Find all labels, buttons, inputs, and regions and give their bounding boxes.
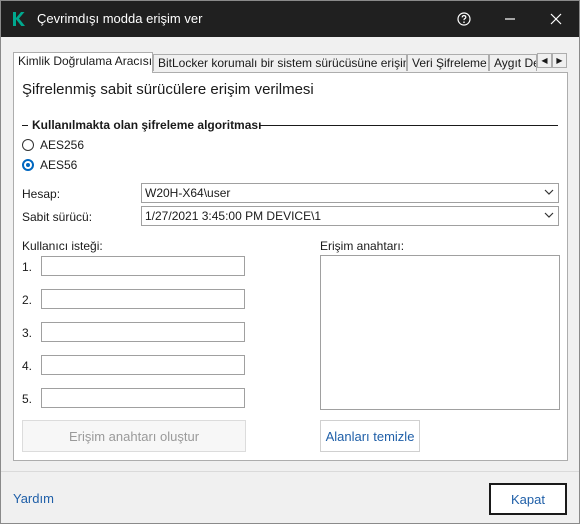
dialog-window: Çevrimdışı modda erişim ver Kimlik Doğru… [0, 0, 580, 524]
tab-authentication-agent[interactable]: Kimlik Doğrulama Aracısı [13, 52, 153, 73]
tab-scroll-left-button[interactable]: ◀ [537, 53, 552, 68]
minimize-button[interactable] [487, 1, 533, 37]
account-select[interactable]: W20H-X64\user [141, 183, 559, 203]
help-link[interactable]: Yardım [13, 491, 54, 506]
request-field-3[interactable] [41, 322, 245, 342]
drive-select[interactable]: 1/27/2021 3:45:00 PM DEVICE\1 [141, 206, 559, 226]
chevron-down-icon [544, 189, 554, 195]
help-button[interactable] [441, 1, 487, 37]
request-row-number: 4. [22, 359, 33, 373]
request-row-number: 3. [22, 326, 33, 340]
kaspersky-logo-icon [13, 12, 25, 26]
radio-aes56[interactable]: AES56 [22, 157, 77, 173]
user-request-label: Kullanıcı isteği: [22, 239, 103, 253]
radio-button-unchecked[interactable] [22, 139, 34, 151]
request-field-4[interactable] [41, 355, 245, 375]
drive-label: Sabit sürücü: [22, 210, 93, 224]
request-field-5[interactable] [41, 388, 245, 408]
tab-bitlocker-access[interactable]: BitLocker korumalı bir sistem sürücüsüne… [153, 54, 407, 71]
close-button[interactable]: Kapat [489, 483, 567, 515]
group-divider-left [22, 125, 28, 126]
page-title: Şifrelenmiş sabit sürücülere erişim veri… [22, 81, 314, 98]
access-key-label: Erişim anahtarı: [320, 239, 405, 253]
radio-aes256-label: AES256 [40, 138, 85, 152]
drive-value: 1/27/2021 3:45:00 PM DEVICE\1 [145, 209, 322, 223]
request-row-number: 1. [22, 260, 33, 274]
radio-button-checked[interactable] [22, 159, 34, 171]
algorithm-group-title: Kullanılmakta olan şifreleme algoritması [32, 118, 262, 132]
chevron-right-icon: ▶ [556, 55, 563, 65]
title-bar[interactable]: Çevrimdışı modda erişim ver [1, 1, 579, 37]
close-window-button[interactable] [533, 1, 579, 37]
tab-device[interactable]: Aygıt De [489, 54, 537, 71]
access-key-textarea[interactable] [320, 255, 560, 410]
window-title: Çevrimdışı modda erişim ver [37, 11, 203, 26]
account-label: Hesap: [22, 187, 61, 201]
close-icon [550, 13, 562, 25]
tab-scroll-right-button[interactable]: ▶ [552, 53, 567, 68]
help-icon [457, 12, 471, 26]
request-field-1[interactable] [41, 256, 245, 276]
chevron-left-icon: ◀ [541, 55, 548, 65]
tab-data-encryption[interactable]: Veri Şifreleme [407, 54, 489, 71]
minimize-icon [505, 18, 515, 20]
generate-access-key-button[interactable]: Erişim anahtarı oluştur [22, 420, 246, 452]
request-row-number: 2. [22, 293, 33, 307]
chevron-down-icon [544, 212, 554, 218]
request-field-2[interactable] [41, 289, 245, 309]
radio-aes256[interactable]: AES256 [22, 137, 84, 153]
radio-aes56-label: AES56 [40, 158, 78, 172]
clear-fields-button[interactable]: Alanları temizle [320, 420, 420, 452]
account-value: W20H-X64\user [145, 186, 231, 200]
request-row-number: 5. [22, 392, 33, 406]
group-divider-right [260, 125, 558, 126]
footer-divider [1, 471, 579, 472]
